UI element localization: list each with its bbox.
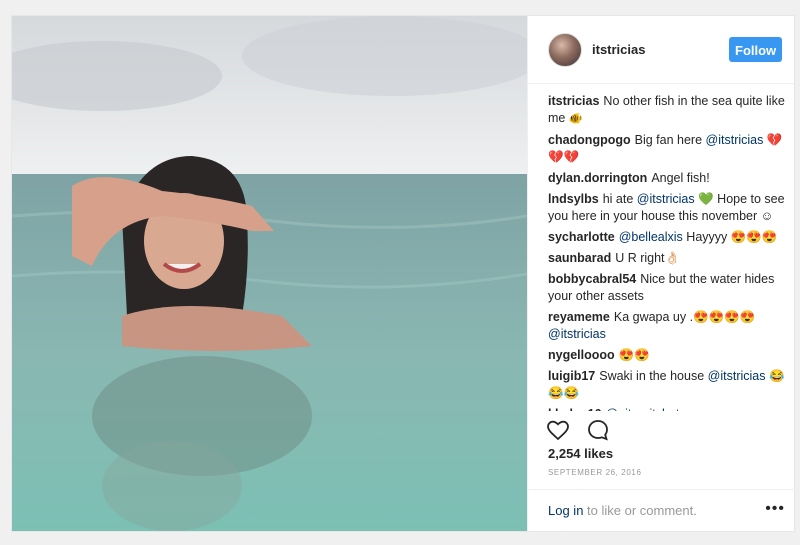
login-prompt: Log in to like or comment. [548,503,697,518]
likes-count[interactable]: 2,254 likes [548,446,613,461]
comment-item: dylan.dorrington Angel fish! [548,170,788,187]
follow-button[interactable]: Follow [729,37,782,62]
comment-user[interactable]: lndsylbs [548,192,599,206]
login-link[interactable]: Log in [548,503,583,518]
comment-text-tail: Hayyyy 😍😍😍 [686,230,778,244]
comment-item: sycharlotte @bellealxis Hayyyy 😍😍😍 [548,229,788,246]
comment-mention[interactable]: @itstricias [548,327,606,341]
comment-text: Angel fish! [651,171,710,185]
post-footer: Log in to like or comment. ••• [528,489,795,532]
comment-mention[interactable]: @bellealxis [619,230,683,244]
more-icon[interactable]: ••• [765,500,785,518]
comments: chadongpogo Big fan here @itstricias 💔💔💔 d… [548,132,788,411]
comment-user[interactable]: itstricias [548,94,599,108]
comment-text: Ka gwapa uy .😍😍😍😍 [613,310,756,324]
post-sidebar: itstricias Follow itstricias No other fis… [527,16,795,532]
comment-text: hi ate [602,192,634,206]
comment-item: reyameme Ka gwapa uy .😍😍😍😍 @itstricias [548,309,788,343]
comment-mention[interactable]: @itstricias [708,369,766,383]
comment-user[interactable]: chadongpogo [548,133,631,147]
comment-item: kbalan16 @piterpitshots [548,406,788,411]
comment-user[interactable]: reyameme [548,310,610,324]
comment-item: bobbycabral54 Nice but the water hides yo… [548,271,788,305]
action-bar [546,418,622,442]
login-prompt-text: to like or comment. [587,503,697,518]
comment-mention[interactable]: @piterpitshots [606,407,686,411]
comment-text: Big fan here [634,133,703,147]
comment-text: Swaki in the house [599,369,705,383]
comment-item: luigib17 Swaki in the house @itstricias 😂… [548,368,788,402]
comment-user[interactable]: kbalan16 [548,407,602,411]
comment-user[interactable]: bobbycabral54 [548,272,636,286]
comment-user[interactable]: sycharlotte [548,230,615,244]
comment-text: U R right👌🏻 [615,251,681,265]
comment-mention[interactable]: @itstricias [706,133,764,147]
comment-mention[interactable]: @itstricias [637,192,695,206]
comment-user[interactable]: saunbarad [548,251,611,265]
comment-item: nygelloooo 😍😍 [548,347,788,364]
comment-user[interactable]: luigib17 [548,369,595,383]
post-date: SEPTEMBER 26, 2016 [548,468,642,477]
comment-user[interactable]: nygelloooo [548,348,615,362]
post-username[interactable]: itstricias [592,42,645,57]
comment-item: chadongpogo Big fan here @itstricias 💔💔💔 [548,132,788,166]
comment-list: itstricias No other fish in the sea quite… [548,93,788,411]
instagram-post: itstricias Follow itstricias No other fis… [11,15,795,532]
comment-text: 😍😍 [618,348,650,362]
post-header: itstricias Follow [528,16,794,84]
comment-item: saunbarad U R right👌🏻 [548,250,788,267]
sea-photo-illustration [12,16,527,531]
comment-item: lndsylbs hi ate @itstricias 💚 Hope to see… [548,191,788,225]
comment-user[interactable]: dylan.dorrington [548,171,647,185]
heart-icon[interactable] [546,418,570,442]
post-photo[interactable] [12,16,527,531]
comment-icon[interactable] [586,418,610,442]
caption: itstricias No other fish in the sea quite… [548,93,788,128]
caption-emoji: 🐠 [568,113,583,125]
avatar[interactable] [548,33,582,67]
